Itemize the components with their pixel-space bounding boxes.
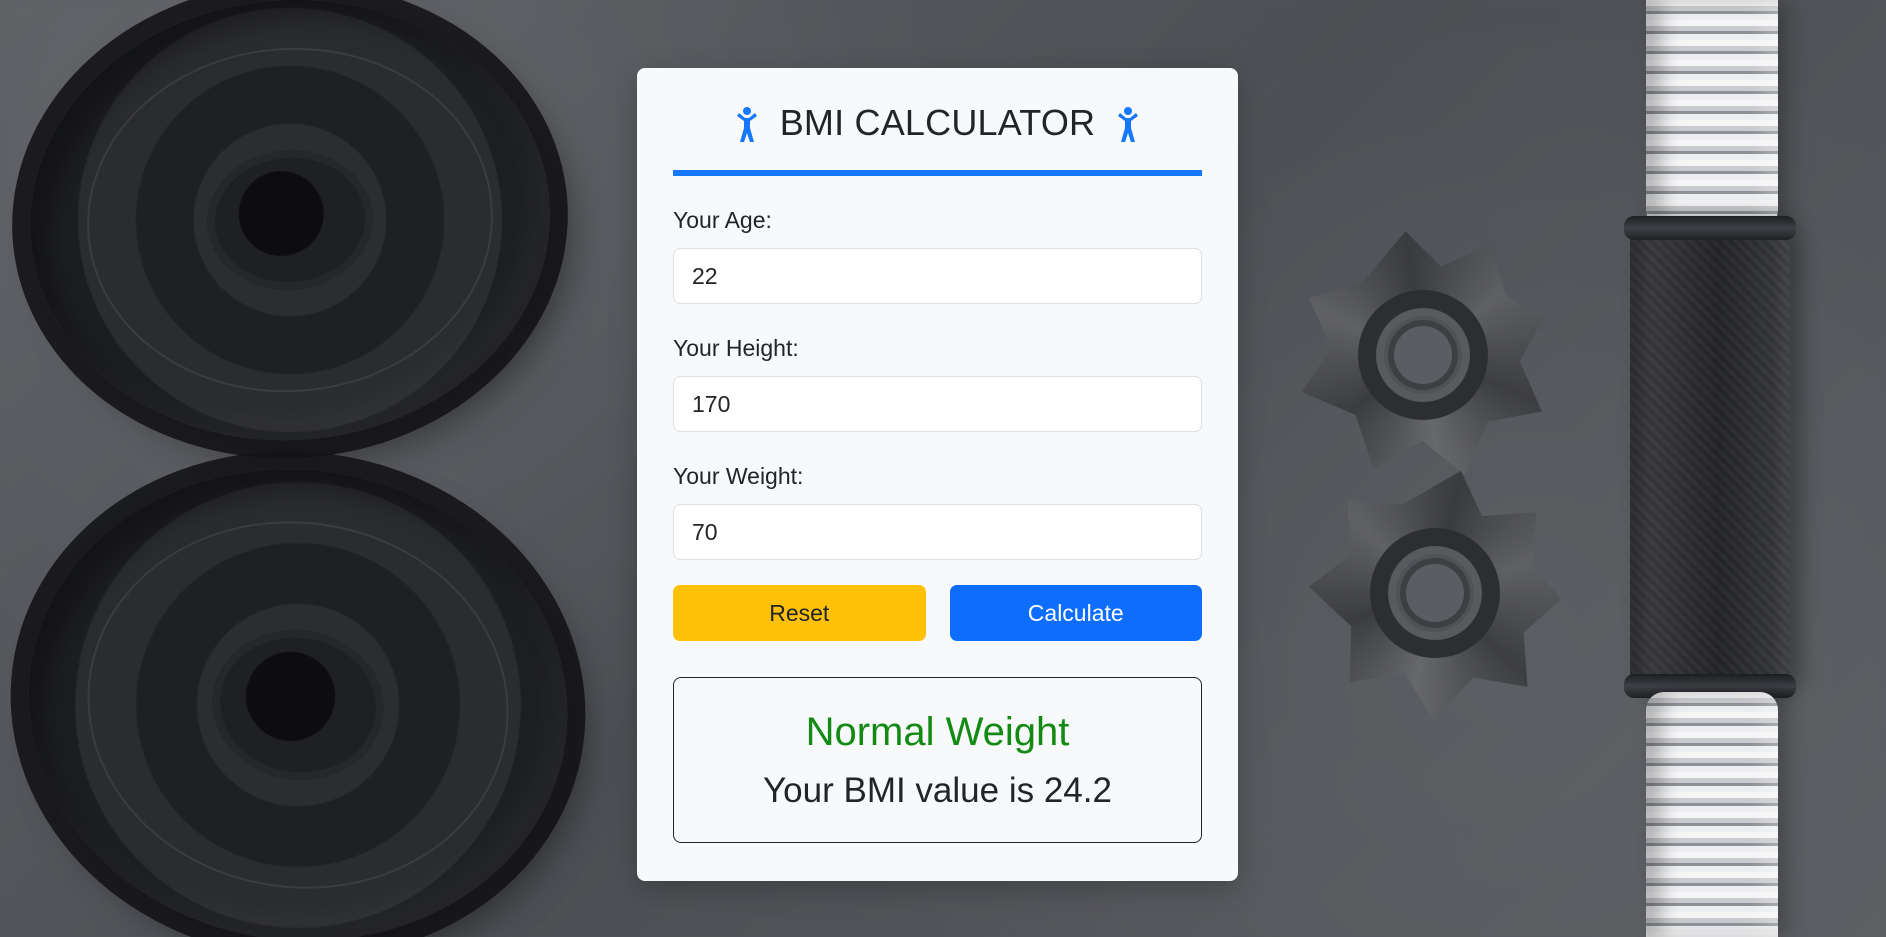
dumbbell-grip-image <box>1624 216 1796 698</box>
weight-input[interactable] <box>673 504 1202 560</box>
bmi-result-text: Your BMI value is 24.2 <box>763 770 1112 810</box>
person-icon <box>1113 104 1143 146</box>
person-icon <box>732 104 762 146</box>
collar-bottom-image <box>1287 445 1584 742</box>
height-input[interactable] <box>673 376 1202 432</box>
collar-top-image <box>1282 214 1564 496</box>
height-label: Your Height: <box>673 335 799 361</box>
dumbbell-bar-bottom-image <box>1646 692 1778 937</box>
calculate-button[interactable]: Calculate <box>949 585 1202 641</box>
header: BMI CALCULATOR <box>673 102 1202 176</box>
weight-plate-bottom-image <box>0 434 599 937</box>
action-buttons: Reset Calculate <box>673 585 1202 641</box>
age-label: Your Age: <box>673 207 772 233</box>
page-title: BMI CALCULATOR <box>779 102 1096 143</box>
weight-plate-top-image <box>15 0 565 458</box>
weight-label: Your Weight: <box>673 463 804 489</box>
bmi-calculator-card: BMI CALCULATOR Your Age: Your Height: Yo… <box>637 68 1238 881</box>
bmi-status: Normal Weight <box>805 709 1070 754</box>
reset-button[interactable]: Reset <box>673 585 926 641</box>
age-input[interactable] <box>673 248 1202 304</box>
result-panel: Normal Weight Your BMI value is 24.2 <box>673 677 1202 843</box>
dumbbell-bar-top-image <box>1646 0 1778 228</box>
